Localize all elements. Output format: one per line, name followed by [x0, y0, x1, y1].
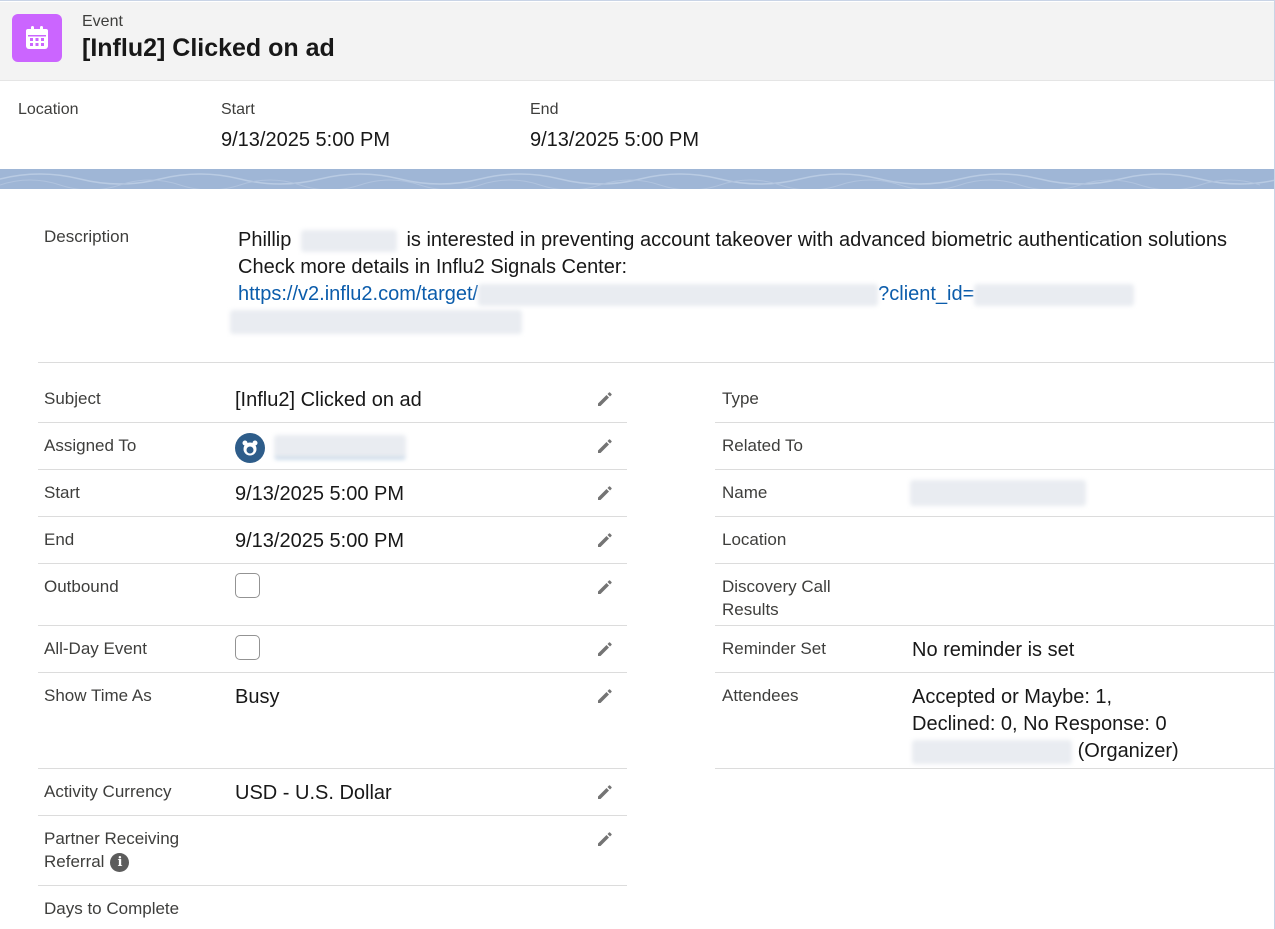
field-label: Days to Complete [44, 899, 180, 918]
field-label: Attendees [722, 686, 799, 705]
partner-referral-label-line2: Referral [44, 852, 105, 871]
edit-pencil-icon[interactable] [594, 529, 616, 551]
discovery-label-line1: Discovery Call [722, 577, 831, 596]
user-avatar-icon [235, 433, 265, 463]
highlight-start-label: Start [221, 101, 255, 118]
field-label: End [44, 530, 75, 549]
field-start: Start 9/13/2025 5:00 PM [38, 470, 627, 517]
field-all-day-event: All-Day Event [38, 626, 627, 673]
description-label: Description [44, 227, 130, 246]
attendees-line2: Declined: 0, No Response: 0 [912, 713, 1167, 735]
redacted-client-id[interactable] [974, 283, 1135, 306]
redacted-link-target[interactable] [478, 283, 879, 306]
redacted-name-link[interactable] [910, 480, 1086, 506]
activity-currency-value: USD - U.S. Dollar [235, 782, 392, 804]
field-label: Assigned To [44, 436, 137, 455]
end-value: 9/13/2025 5:00 PM [235, 530, 405, 552]
field-label: Activity Currency [44, 782, 172, 801]
field-type: Type [715, 376, 1274, 423]
page-title: [Influ2] Clicked on ad [82, 34, 335, 62]
attendees-value: Accepted or Maybe: 1, Declined: 0, No Re… [912, 684, 1179, 765]
show-time-as-value: Busy [235, 686, 280, 708]
field-label: Partner Receiving Referral i [44, 827, 179, 873]
record-type-label: Event [82, 13, 123, 30]
redacted-assignee-link[interactable] [274, 435, 406, 459]
attendees-line1: Accepted or Maybe: 1, [912, 686, 1113, 708]
field-activity-currency: Activity Currency USD - U.S. Dollar [38, 769, 627, 816]
highlight-end-value: 9/13/2025 5:00 PM [530, 129, 700, 151]
field-label: Outbound [44, 577, 119, 596]
redacted-last-name [300, 229, 397, 252]
field-location: Location [715, 517, 1274, 564]
highlight-start: Start 9/13/2025 5:00 PM [221, 101, 390, 152]
field-label: Show Time As [44, 686, 152, 705]
decorative-banner [0, 169, 1274, 189]
all-day-checkbox[interactable] [235, 635, 260, 660]
field-label: Reminder Set [722, 639, 826, 658]
field-name: Name [715, 470, 1274, 517]
start-value: 9/13/2025 5:00 PM [235, 483, 405, 505]
field-label: All-Day Event [44, 639, 147, 658]
discovery-label-line2: Results [722, 600, 779, 619]
highlight-end-label: End [530, 101, 559, 118]
description-line2: Check more details in Influ2 Signals Cen… [238, 256, 628, 278]
edit-pencil-icon[interactable] [594, 638, 616, 660]
signals-link[interactable]: https://v2.influ2.com/target/ ?client_id= [238, 283, 1135, 306]
highlight-location: Location [18, 101, 79, 121]
partner-referral-label-line1: Partner Receiving [44, 829, 180, 848]
highlight-end: End 9/13/2025 5:00 PM [530, 101, 699, 152]
field-assigned-to: Assigned To [38, 423, 627, 470]
field-attendees: Attendees Accepted or Maybe: 1, Declined… [715, 673, 1274, 769]
edit-pencil-icon[interactable] [594, 576, 616, 598]
signals-link-param[interactable]: ?client_id= [878, 283, 974, 305]
field-days-to-complete: Days to Complete [38, 886, 627, 929]
info-icon[interactable]: i [110, 853, 130, 873]
description-value: Phillip is interested in preventing acco… [230, 227, 1268, 335]
section-divider [38, 362, 1274, 363]
highlight-start-value: 9/13/2025 5:00 PM [221, 129, 391, 151]
field-discovery-call-results: Discovery Call Results [715, 564, 1274, 626]
field-label: Related To [722, 436, 803, 455]
outbound-checkbox[interactable] [235, 573, 260, 598]
field-outbound: Outbound [38, 564, 627, 626]
highlights-panel: Location Start 9/13/2025 5:00 PM End 9/1… [0, 81, 1274, 169]
subject-value: [Influ2] Clicked on ad [235, 389, 422, 411]
redacted-organizer-name[interactable] [912, 739, 1072, 764]
field-label: Discovery Call Results [722, 575, 831, 621]
description-line1: is interested in preventing account take… [406, 229, 1227, 251]
signals-link-prefix[interactable]: https://v2.influ2.com/target/ [238, 283, 478, 305]
field-label: Name [722, 483, 768, 502]
field-label: Start [44, 483, 80, 502]
description-first-name: Phillip [238, 229, 292, 251]
field-label: Type [722, 389, 759, 408]
reminder-value: No reminder is set [912, 639, 1075, 661]
edit-pencil-icon[interactable] [594, 482, 616, 504]
field-end: End 9/13/2025 5:00 PM [38, 517, 627, 564]
edit-pencil-icon[interactable] [594, 388, 616, 410]
redacted-link-continuation[interactable] [230, 309, 522, 334]
edit-pencil-icon[interactable] [594, 685, 616, 707]
edit-pencil-icon[interactable] [594, 435, 616, 457]
calendar-icon [12, 14, 62, 62]
field-subject: Subject [Influ2] Clicked on ad [38, 376, 627, 423]
field-partner-receiving-referral: Partner Receiving Referral i [38, 816, 627, 886]
field-related-to: Related To [715, 423, 1274, 470]
record-header: Event [Influ2] Clicked on ad [0, 2, 1274, 81]
field-label: Subject [44, 389, 101, 408]
record-page: Event [Influ2] Clicked on ad Location St… [0, 0, 1275, 929]
highlight-location-label: Location [18, 101, 79, 118]
field-label: Location [722, 530, 787, 549]
edit-pencil-icon[interactable] [594, 781, 616, 803]
field-show-time-as: Show Time As Busy [38, 673, 627, 769]
edit-pencil-icon[interactable] [594, 828, 616, 850]
organizer-suffix: (Organizer) [1077, 740, 1179, 762]
field-reminder-set: Reminder Set No reminder is set [715, 626, 1274, 673]
